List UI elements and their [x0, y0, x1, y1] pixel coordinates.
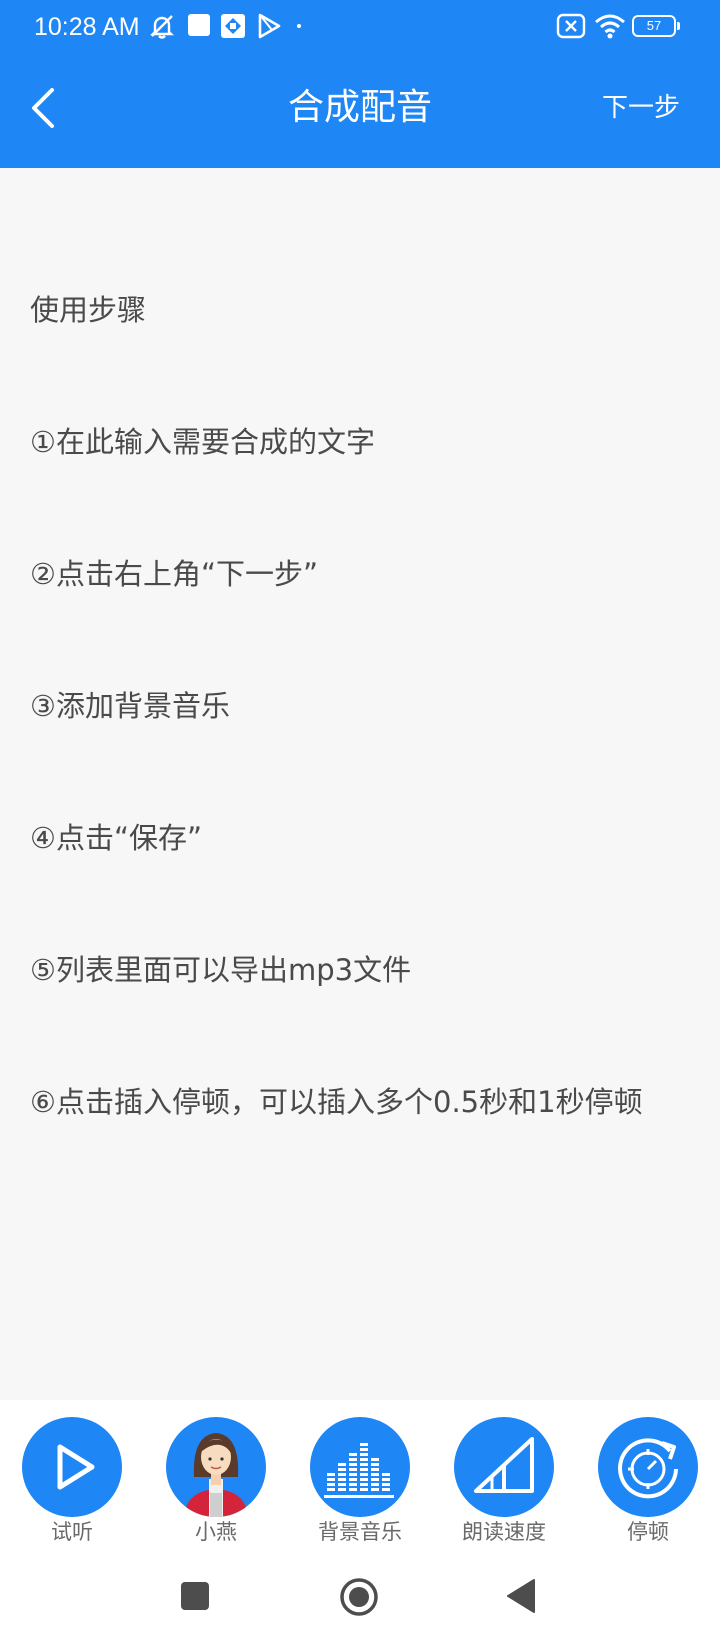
dot-icon [297, 24, 301, 28]
instructions-heading: 使用步骤 [30, 293, 147, 327]
home-circle-icon[interactable] [339, 1577, 379, 1617]
app-header: 10:28 AM 57 合成配音 下一步 [0, 0, 720, 168]
recents-square-icon[interactable] [180, 1581, 210, 1611]
text-input-area[interactable]: 使用步骤 ①在此输入需要合成的文字 ②点击右上角“下一步” ③添加背景音乐 ④点… [30, 200, 690, 1168]
background-music-button[interactable]: 背景音乐 [310, 1417, 410, 1547]
background-music-label: 背景音乐 [318, 1520, 402, 1544]
preview-button[interactable]: 试听 [22, 1417, 122, 1547]
wifi-icon [595, 14, 625, 39]
instruction-step: ⑥点击插入停顿，可以插入多个0.5秒和1秒停顿 [30, 1085, 643, 1119]
instruction-step: ④点击“保存” [30, 821, 203, 855]
pause-label: 停顿 [627, 1520, 669, 1544]
box-app-icon [221, 14, 245, 38]
mute-alarm-icon [150, 15, 174, 39]
back-triangle-icon[interactable] [506, 1578, 536, 1614]
pause-button[interactable]: 停顿 [598, 1417, 698, 1547]
instruction-step: ⑤列表里面可以导出mp3文件 [30, 953, 412, 987]
voice-avatar [166, 1417, 266, 1517]
voice-label: 小燕 [195, 1520, 237, 1544]
speed-ramp-icon [454, 1417, 554, 1517]
pause-timer-icon [598, 1417, 698, 1517]
status-bar: 10:28 AM 57 [0, 0, 720, 54]
reading-speed-label: 朗读速度 [462, 1520, 546, 1544]
square-icon [188, 14, 210, 36]
instruction-step: ②点击右上角“下一步” [30, 557, 319, 591]
play-icon [22, 1417, 122, 1517]
next-step-button[interactable]: 下一步 [602, 90, 680, 126]
reading-speed-button[interactable]: 朗读速度 [454, 1417, 554, 1547]
play-store-icon [258, 13, 281, 39]
sim-off-icon [556, 13, 586, 39]
instruction-step: ①在此输入需要合成的文字 [30, 425, 375, 459]
preview-label: 试听 [51, 1520, 93, 1544]
instruction-step: ③添加背景音乐 [30, 689, 230, 723]
battery-icon: 57 [632, 15, 680, 37]
equalizer-icon [310, 1417, 410, 1517]
battery-level: 57 [646, 18, 662, 33]
status-time: 10:28 AM [34, 13, 140, 41]
voice-select-button[interactable]: 小燕 [166, 1417, 266, 1547]
